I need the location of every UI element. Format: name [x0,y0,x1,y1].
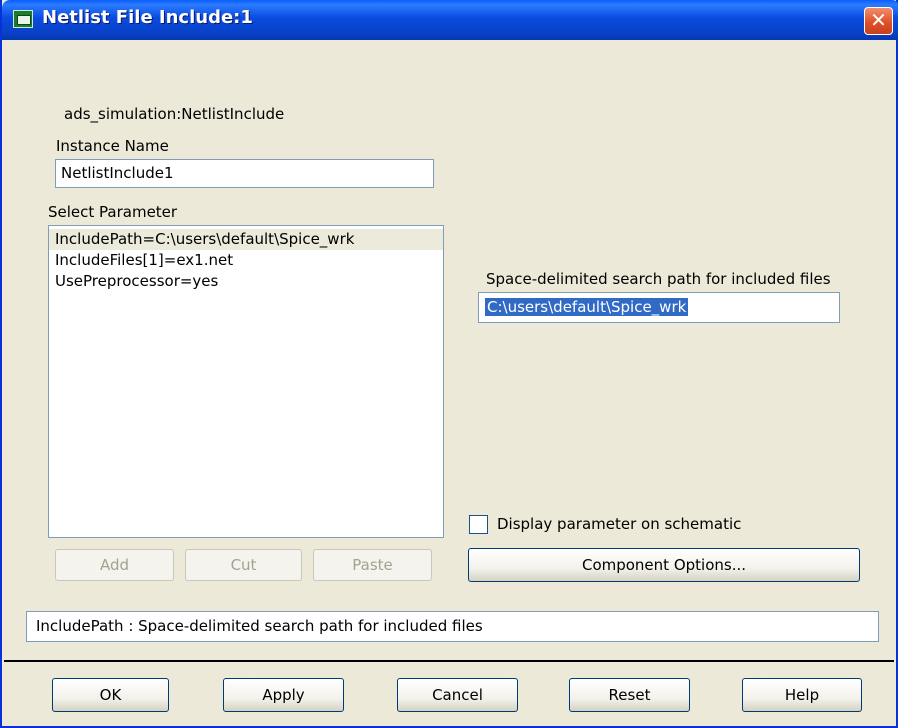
status-field: IncludePath : Space-delimited search pat… [26,611,879,642]
component-type-label: ads_simulation:NetlistInclude [64,105,285,123]
include-path-value: C:\users\default\Spice_wrk [485,298,689,316]
add-button[interactable]: Add [55,549,174,581]
display-parameter-checkbox[interactable] [469,515,488,534]
include-path-input[interactable]: C:\users\default\Spice_wrk [478,292,840,323]
component-options-button[interactable]: Component Options... [468,548,860,582]
display-parameter-label: Display parameter on schematic [497,515,742,533]
close-icon: ✕ [870,8,887,32]
app-icon [13,10,33,28]
paste-button[interactable]: Paste [313,549,432,581]
instance-name-label: Instance Name [56,137,169,155]
ok-button[interactable]: OK [52,678,169,712]
footer-divider [4,660,894,662]
title-bar[interactable]: Netlist File Include:1 ✕ [2,0,898,40]
dialog-window: Netlist File Include:1 ✕ ads_simulation:… [0,0,898,728]
list-item[interactable]: UsePreprocessor=yes [49,271,443,292]
reset-button[interactable]: Reset [569,678,690,712]
help-button[interactable]: Help [742,678,862,712]
window-title: Netlist File Include:1 [42,7,253,28]
select-parameter-label: Select Parameter [48,203,178,221]
list-item[interactable]: IncludeFiles[1]=ex1.net [49,250,443,271]
cut-button[interactable]: Cut [185,549,302,581]
list-item[interactable]: IncludePath=C:\users\default\Spice_wrk [49,229,443,250]
editor-label: Space-delimited search path for included… [486,270,831,288]
instance-name-input[interactable]: NetlistInclude1 [55,159,434,188]
cancel-button[interactable]: Cancel [397,678,518,712]
parameter-list[interactable]: IncludePath=C:\users\default\Spice_wrk I… [48,225,444,538]
close-button[interactable]: ✕ [864,7,893,35]
apply-button[interactable]: Apply [223,678,344,712]
